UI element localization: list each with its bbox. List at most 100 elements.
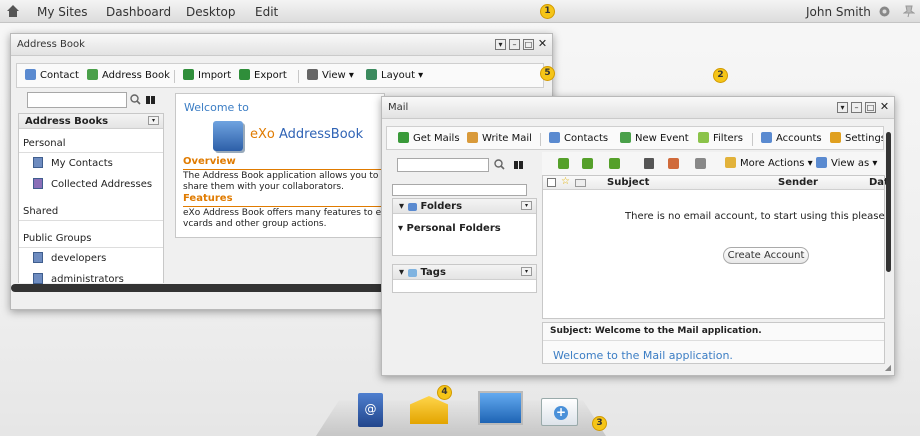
move-icon[interactable] [558, 158, 569, 169]
list-item[interactable]: Collected Addresses [33, 178, 152, 190]
import-button[interactable]: Import [183, 69, 231, 81]
minimize-icon[interactable]: – [509, 39, 520, 50]
menu-edit[interactable]: Edit [255, 5, 278, 19]
plus-icon: + [554, 405, 568, 420]
more-actions-icon [725, 157, 736, 168]
address-book-icon [33, 178, 43, 189]
menu-desktop[interactable]: Desktop [186, 5, 236, 19]
print-icon[interactable] [695, 158, 706, 169]
accounts-icon [761, 132, 772, 143]
collapse-icon[interactable]: ▾ [521, 201, 532, 210]
contacts-button[interactable]: Contacts [549, 132, 608, 144]
binoculars-icon[interactable] [145, 94, 156, 105]
toolbar-separator [174, 70, 175, 83]
welcome-panel: Welcome to eXo AddressBook Overview The … [175, 93, 386, 238]
view-menu[interactable]: View ▾ [307, 69, 354, 81]
gear-icon[interactable] [878, 5, 891, 18]
star-icon[interactable]: ☆ [561, 176, 570, 187]
desktop-dock-icon[interactable] [478, 391, 523, 425]
layout-menu[interactable]: Layout ▾ [366, 69, 423, 81]
features-title: Features [183, 193, 233, 204]
search-icon[interactable] [494, 159, 505, 170]
more-actions-menu[interactable]: More Actions ▾ [725, 157, 813, 169]
features-text-line1: eXo Address Book offers many features to… [183, 208, 386, 218]
address-books-panel: Address Books ▾ Personal My Contacts Col… [18, 113, 164, 285]
dropdown-icon[interactable]: ▾ [495, 39, 506, 50]
close-icon[interactable]: ✕ [879, 101, 890, 113]
step-badge-4: 4 [437, 385, 452, 400]
binoculars-icon[interactable] [513, 159, 524, 170]
view-as-menu[interactable]: View as ▾ [816, 157, 877, 169]
mail-titlebar[interactable]: Mail ▾ – □ ✕ [382, 97, 894, 119]
contacts-icon [549, 132, 560, 143]
forward-icon[interactable] [609, 158, 620, 169]
folders-header[interactable]: ▾ Folders [393, 199, 536, 214]
pin-icon[interactable] [903, 5, 915, 18]
step-badge-3: 3 [592, 416, 607, 431]
mail-search-input[interactable] [397, 158, 489, 172]
maximize-icon[interactable]: □ [865, 102, 876, 113]
address-book-icon [87, 69, 98, 80]
vertical-scrollbar[interactable] [886, 132, 891, 272]
export-button[interactable]: Export [239, 69, 287, 81]
write-mail-button[interactable]: Write Mail [467, 132, 532, 144]
close-icon[interactable]: ✕ [537, 38, 548, 50]
home-icon[interactable] [6, 4, 20, 18]
divider [19, 220, 163, 221]
dropdown-icon[interactable]: ▾ [837, 102, 848, 113]
account-select[interactable] [392, 184, 527, 196]
addressbook-logo-text: eXo AddressBook [250, 127, 364, 142]
message-list: ☆ Subject Sender Dat There is no email a… [542, 175, 889, 319]
delete-icon[interactable] [644, 158, 654, 169]
minimize-icon[interactable]: – [851, 102, 862, 113]
add-application-dock-icon[interactable]: + [541, 398, 578, 426]
subject-column-header[interactable]: Subject [607, 177, 649, 188]
overview-text-line1: The Address Book application allows you … [183, 171, 386, 181]
contact-button[interactable]: Contact [25, 69, 79, 81]
filters-button[interactable]: Filters [698, 132, 743, 144]
collapse-icon[interactable]: ▾ [148, 116, 159, 125]
envelope-icon [575, 179, 586, 187]
settings-button[interactable]: Settings [830, 132, 883, 144]
message-list-toolbar: More Actions ▾ View as ▾ [542, 152, 885, 175]
create-account-button[interactable]: Create Account [723, 247, 809, 264]
list-item[interactable]: My Contacts [33, 157, 113, 169]
menu-my-sites[interactable]: My Sites [37, 5, 88, 19]
maximize-icon[interactable]: □ [523, 39, 534, 50]
tags-header[interactable]: ▾ Tags [393, 265, 536, 280]
tag-icon [407, 269, 417, 277]
menu-dashboard[interactable]: Dashboard [106, 5, 171, 19]
list-item[interactable]: developers [33, 252, 106, 264]
get-mails-button[interactable]: Get Mails [398, 132, 460, 144]
sender-column-header[interactable]: Sender [778, 177, 818, 188]
divider [183, 206, 384, 207]
search-icon[interactable] [130, 94, 141, 105]
accounts-button[interactable]: Accounts [761, 132, 822, 144]
resize-handle-icon[interactable]: ◢ [885, 363, 891, 372]
address-book-button[interactable]: Address Book [87, 69, 170, 81]
event-icon [620, 132, 631, 143]
divider [19, 152, 163, 153]
reply-icon[interactable] [582, 158, 593, 169]
step-badge-2: 2 [713, 68, 728, 83]
collapse-icon[interactable]: ▾ [521, 267, 532, 276]
address-book-icon [33, 273, 43, 284]
personal-folders[interactable]: ▾ Personal Folders [398, 223, 501, 234]
addressbook-logo-icon [213, 121, 243, 151]
select-all-checkbox[interactable] [547, 178, 556, 187]
contact-search-input[interactable] [27, 92, 127, 108]
toolbar-separator [298, 70, 299, 83]
message-preview: Subject: Welcome to the Mail application… [542, 322, 885, 364]
preview-subject: Subject: Welcome to the Mail application… [550, 326, 762, 336]
new-event-button[interactable]: New Event [620, 132, 689, 144]
top-navigation-bar: My Sites Dashboard Desktop Edit John Smi… [0, 0, 920, 23]
user-name[interactable]: John Smith [806, 5, 871, 19]
contact-icon [25, 69, 36, 80]
address-book-dock-icon[interactable]: @ [358, 393, 383, 427]
address-book-titlebar[interactable]: Address Book ▾ – □ ✕ [11, 34, 552, 56]
folder-icon [407, 203, 417, 211]
address-books-header: Address Books [19, 114, 163, 129]
welcome-heading: Welcome to [184, 101, 249, 114]
spam-icon[interactable] [668, 158, 679, 169]
write-mail-icon [467, 132, 478, 143]
